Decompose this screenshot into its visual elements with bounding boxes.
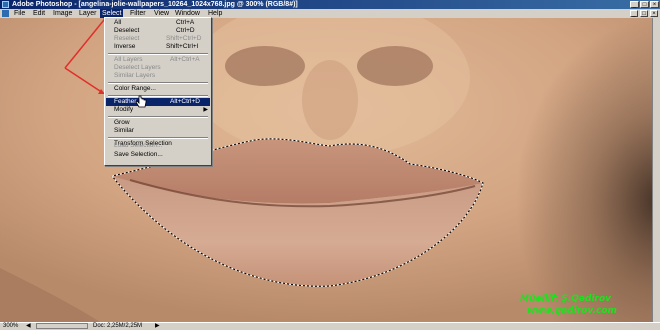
status-menu-arrow-icon[interactable]: ▶ — [155, 323, 160, 330]
arrow-to-feather — [64, 67, 104, 94]
document-icon — [2, 10, 9, 17]
menu-separator — [108, 116, 208, 118]
status-arrow-icon: ◀ — [26, 323, 31, 329]
doc-minimize-button[interactable]: _ — [630, 10, 638, 17]
image-canvas[interactable]: Müellif: Ş.Qədirov www.qadirov.com — [0, 18, 660, 322]
document-size: Doc: 2,25M/2,25M — [93, 323, 143, 329]
doc-close-button[interactable]: × — [650, 10, 658, 17]
menu-edit[interactable]: Edit — [31, 9, 47, 18]
minimize-window-button[interactable]: _ — [630, 1, 639, 8]
arrow-to-select-menu — [64, 18, 107, 69]
menu-item-load-selection: Load Selection... — [114, 142, 163, 149]
menu-separator — [108, 82, 208, 84]
annotation-arrows — [64, 18, 107, 94]
website-credit: www.qadirov.com — [527, 306, 617, 316]
window-title: Adobe Photoshop - [angelina-jolie-wallpa… — [12, 1, 298, 8]
menu-layer[interactable]: Layer — [77, 9, 99, 18]
menu-separator — [108, 53, 208, 55]
menu-item-feather[interactable]: Feather... Alt+Ctrl+D — [106, 98, 210, 106]
scroll-track[interactable] — [36, 323, 88, 329]
menu-separator — [108, 95, 208, 97]
hand-cursor-icon — [135, 95, 147, 108]
maximize-window-button[interactable]: □ — [640, 1, 649, 8]
vertical-scrollbar[interactable] — [652, 18, 660, 322]
menu-item-deselect[interactable]: Deselect Ctrl+D — [106, 27, 210, 35]
menu-item-similar-layers: Similar Layers — [114, 72, 156, 79]
zoom-level[interactable]: 300% — [3, 323, 18, 330]
title-bar: Adobe Photoshop - [angelina-jolie-wallpa… — [0, 0, 660, 9]
menu-file[interactable]: File — [12, 9, 27, 18]
menu-item-all[interactable]: All Ctrl+A — [106, 19, 210, 27]
close-window-button[interactable]: × — [650, 1, 659, 8]
doc-restore-button[interactable]: □ — [640, 10, 648, 17]
menu-item-all-layers: All Layers Alt+Ctrl+A — [114, 56, 200, 63]
menu-item-inverse[interactable]: Inverse Shift+Ctrl+I — [106, 43, 210, 51]
menu-bar: File Edit Image Layer Select Filter View… — [0, 9, 660, 18]
menu-item-similar[interactable]: Similar — [106, 127, 210, 135]
menu-image[interactable]: Image — [51, 9, 74, 18]
menu-item-grow[interactable]: Grow — [106, 119, 210, 127]
menu-item-reselect: Reselect Shift+Ctrl+D — [114, 35, 202, 42]
menu-item-color-range[interactable]: Color Range... — [106, 85, 210, 93]
menu-item-deselect-layers: Deselect Layers — [114, 64, 161, 71]
select-menu-footer: Load Selection... Save Selection... — [104, 142, 212, 166]
submenu-arrow-icon: ▶ — [203, 107, 208, 113]
author-credit: Müellif: Ş.Qədirov — [520, 294, 612, 304]
menu-item-save-selection[interactable]: Save Selection... — [114, 151, 163, 159]
menu-item-modify[interactable]: Modify ▶ — [106, 106, 210, 114]
status-bar: 300% ◀ Doc: 2,25M/2,25M ▶ — [0, 322, 660, 330]
photoshop-icon — [2, 1, 9, 8]
menu-separator — [108, 137, 208, 139]
select-menu-dropdown: All Ctrl+A Deselect Ctrl+D Reselect Shif… — [104, 17, 212, 158]
